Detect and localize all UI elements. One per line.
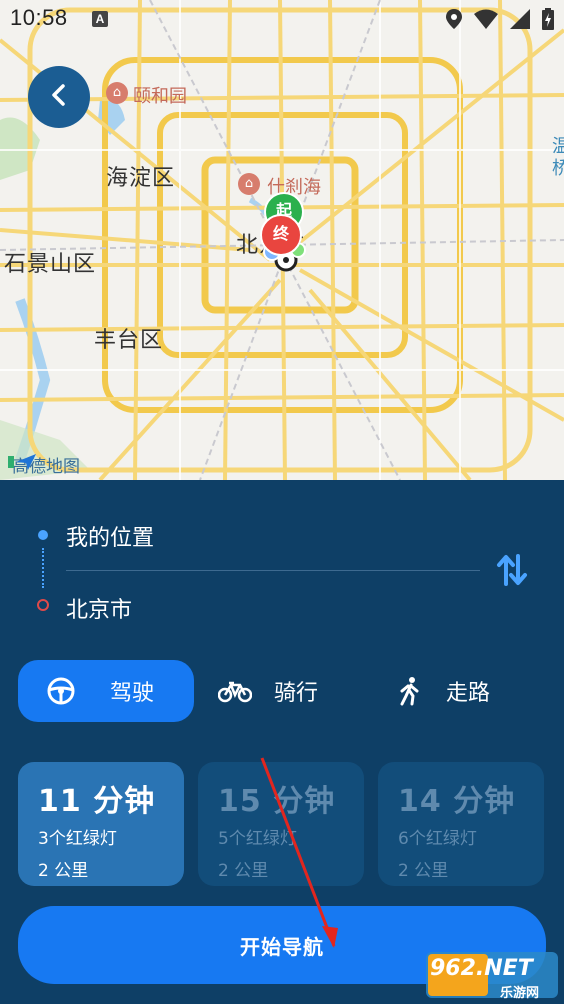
steering-wheel-icon bbox=[46, 676, 76, 706]
route-distance: 2 公里 bbox=[398, 861, 449, 881]
watermark-sub: 乐游网 bbox=[500, 986, 540, 1001]
notification-icon: A bbox=[92, 11, 108, 27]
end-marker[interactable]: 终 bbox=[260, 214, 302, 256]
district-label-shijingshan: 石景山区 bbox=[4, 252, 97, 277]
tab-drive[interactable]: 驾驶 bbox=[18, 660, 194, 722]
landmark-icon: ⌂ bbox=[106, 82, 128, 104]
route-distance: 2 公里 bbox=[38, 861, 89, 881]
route-time: 11 分钟 bbox=[38, 784, 156, 819]
poi-label-yiheyuan: 颐和园 bbox=[133, 86, 187, 107]
route-option-card[interactable]: 11 分钟 3个红绿灯 2 公里 bbox=[18, 762, 184, 886]
tab-bike-label: 骑行 bbox=[274, 681, 319, 706]
location-pin-icon bbox=[446, 9, 462, 34]
bicycle-icon bbox=[218, 679, 252, 703]
route-traffic-lights: 6个红绿灯 bbox=[398, 829, 477, 849]
map-view[interactable]: 海淀区 石景山区 丰台区 北京市 ⌂ 颐和园 ⌂ 什刹海 起 终 高德地图 温 … bbox=[0, 0, 564, 480]
route-traffic-lights: 3个红绿灯 bbox=[38, 829, 117, 849]
status-time: 10:58 bbox=[10, 5, 68, 30]
walking-icon bbox=[398, 676, 422, 706]
wifi-icon bbox=[474, 9, 498, 34]
annotation-arrow-icon bbox=[260, 757, 338, 948]
battery-icon bbox=[542, 8, 554, 35]
landmark-icon: ⌂ bbox=[238, 173, 260, 195]
district-label-haidian: 海淀区 bbox=[106, 166, 176, 191]
origin-field[interactable]: 我的位置 bbox=[66, 520, 154, 552]
route-divider bbox=[66, 570, 480, 571]
destination-dot-icon bbox=[37, 599, 49, 611]
map-logo: 高德地图 bbox=[8, 452, 80, 477]
swap-route-button[interactable] bbox=[494, 552, 530, 588]
destination-field[interactable]: 北京市 bbox=[66, 592, 132, 624]
tab-walk-label: 走路 bbox=[446, 681, 491, 706]
tab-bike[interactable]: 骑行 bbox=[218, 660, 318, 722]
back-button[interactable] bbox=[28, 66, 90, 128]
route-option-card[interactable]: 14 分钟 6个红绿灯 2 公里 bbox=[378, 762, 544, 886]
swap-arrows-icon bbox=[497, 554, 527, 586]
route-time: 14 分钟 bbox=[398, 784, 516, 819]
watermark-brand: 962.NET bbox=[430, 956, 533, 981]
origin-dot-icon bbox=[38, 530, 48, 540]
district-label-fengtai: 丰台区 bbox=[94, 328, 164, 353]
tab-walk[interactable]: 走路 bbox=[398, 660, 490, 722]
status-icons bbox=[446, 8, 554, 35]
status-bar: 10:58 A bbox=[0, 0, 564, 38]
route-connector bbox=[42, 548, 46, 588]
tab-drive-label: 驾驶 bbox=[110, 681, 155, 706]
chevron-left-icon bbox=[49, 83, 69, 111]
signal-icon bbox=[510, 9, 530, 34]
map-edge-label: 温 桥 bbox=[552, 136, 564, 179]
